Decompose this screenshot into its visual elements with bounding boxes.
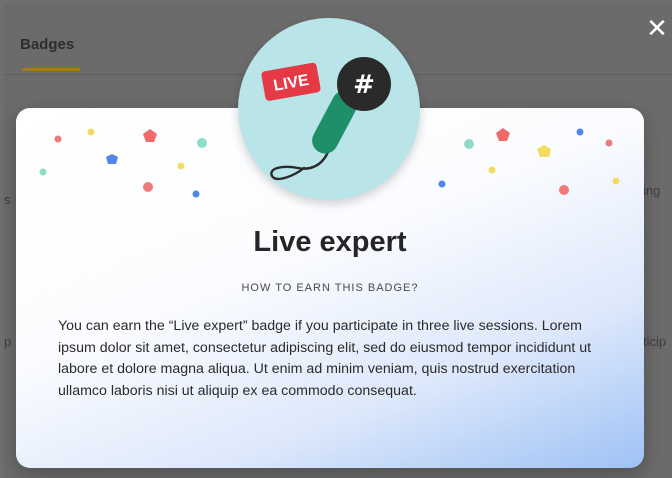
badge-illustration: LIVE # bbox=[238, 18, 420, 200]
tab-badges[interactable]: Badges bbox=[20, 36, 74, 53]
background-text-fragment: s bbox=[4, 192, 11, 207]
background-text-fragment: ticip bbox=[643, 334, 667, 349]
badge-title: Live expert bbox=[253, 226, 407, 258]
badge-description: You can earn the “Live expert” badge if … bbox=[58, 318, 592, 399]
hashtag-glyph: # bbox=[353, 70, 375, 100]
close-button[interactable]: ✕ bbox=[644, 16, 670, 42]
microphone-icon: LIVE # bbox=[261, 57, 391, 181]
background-text-fragment: ing bbox=[643, 183, 661, 198]
badge-subtitle: HOW TO EARN THIS BADGE? bbox=[241, 282, 419, 294]
tab-active-indicator bbox=[22, 68, 80, 71]
background-text-fragment: p bbox=[4, 334, 12, 349]
